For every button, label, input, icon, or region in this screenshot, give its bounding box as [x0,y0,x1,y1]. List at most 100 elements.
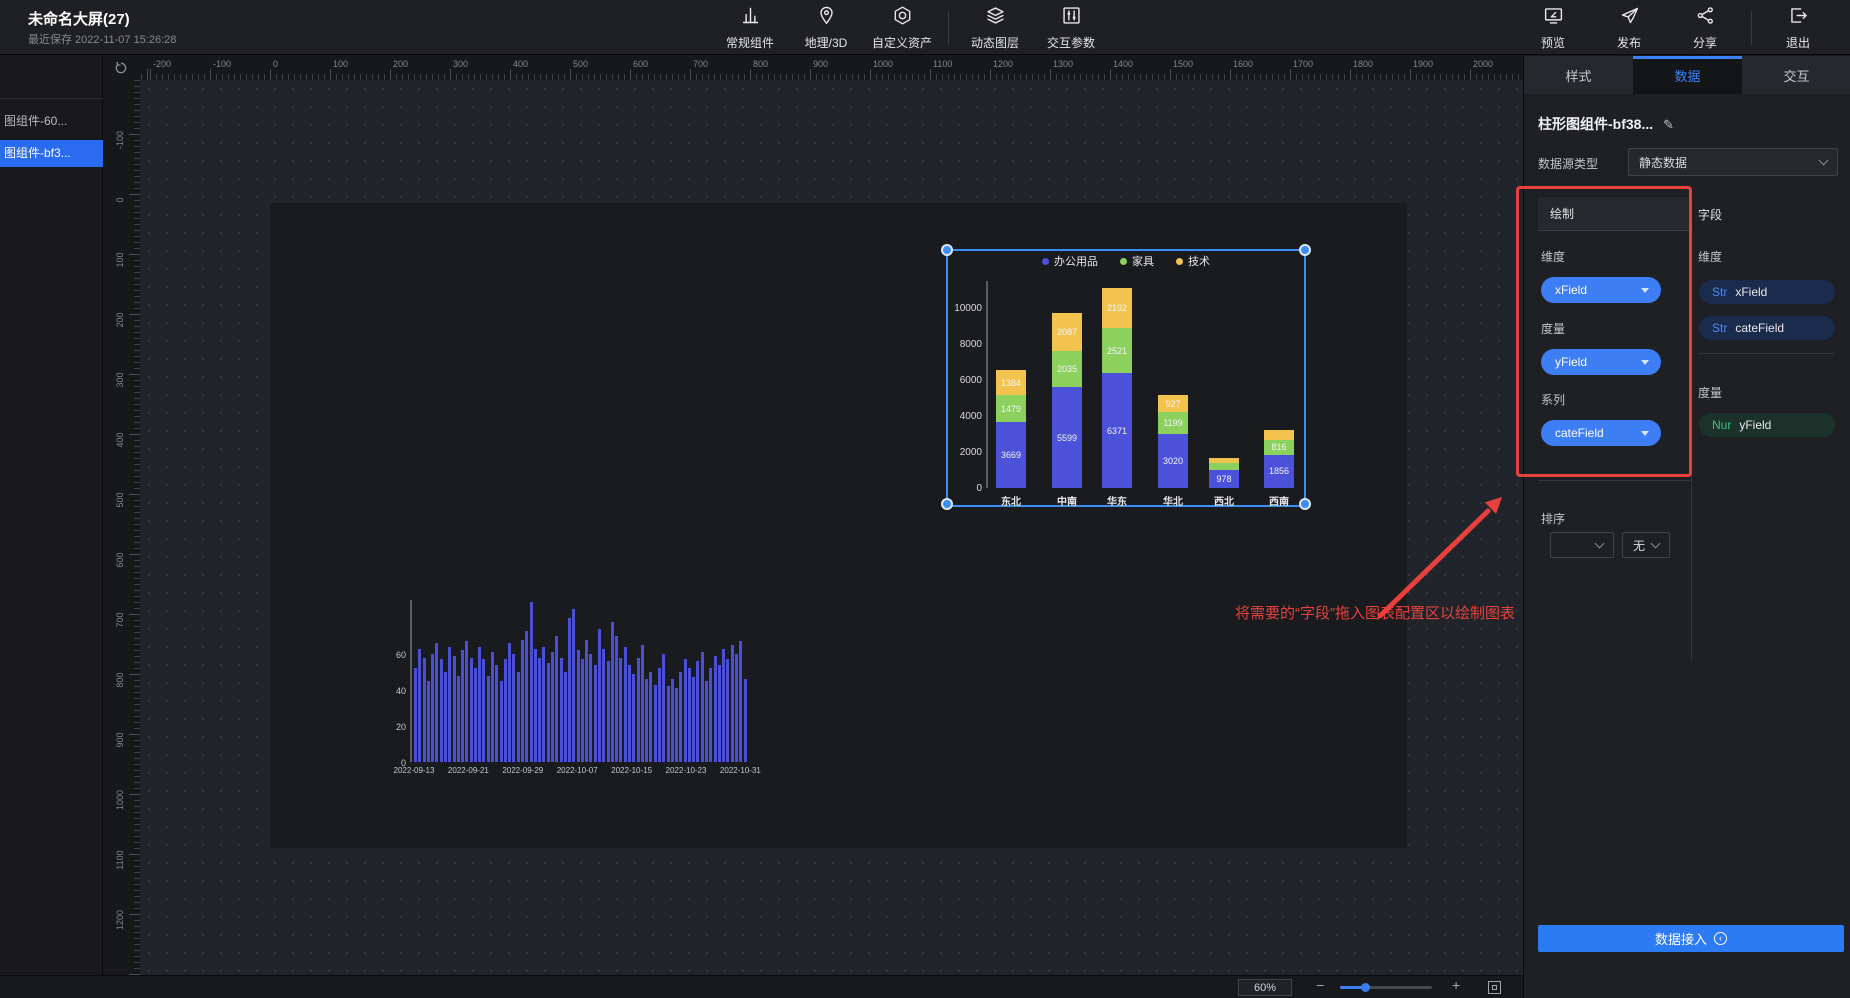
ts-bar [448,647,451,762]
ts-bar [701,652,704,762]
ts-bar [662,654,665,762]
hruler-label: 600 [633,59,648,69]
toolbar-item-交互参数[interactable]: 交互参数 [1033,0,1109,55]
ts-bar [744,679,747,762]
selected-stacked-bar-chart[interactable]: 办公用品家具技术 0200040006000800010000366914791… [946,249,1306,507]
ts-bar [551,652,554,762]
toolbar-item-自定义资产[interactable]: 自定义资产 [864,0,940,55]
hexagon-icon [892,5,913,31]
sort-order-value: 无 [1633,537,1645,554]
layer-item[interactable]: 图组件-bf3... [0,140,103,167]
zoom-level-value: 60% [1254,982,1276,994]
action-分享[interactable]: 分享 [1667,0,1743,55]
ts-x-tick-label: 2022-09-21 [438,766,498,775]
vruler-major-ticks [129,80,140,975]
field-name: xField [1735,285,1767,299]
timeseries-bar-chart[interactable]: 02040602022-09-132022-09-212022-09-29202… [370,595,750,787]
draw-pill-xField[interactable]: xField [1541,277,1661,303]
field-type: Str [1712,321,1727,335]
component-toolbar: 常规组件地理/3D自定义资产动态图层交互参数 [712,0,1109,55]
zoom-level-select[interactable]: 60% [1238,979,1292,996]
draw-section-header[interactable]: 绘制 [1538,197,1690,231]
action-预览[interactable]: 预览 [1515,0,1591,55]
selection-handle[interactable] [941,498,953,510]
hruler-label: 1500 [1173,59,1193,69]
fields-section-header: 字段 [1698,206,1722,223]
data-access-button[interactable]: 数据接入 ‹ [1538,925,1844,952]
draw-row-label: 维度 [1541,248,1565,265]
toolbar-item-常规组件[interactable]: 常规组件 [712,0,788,55]
ts-bar [692,677,695,762]
ts-bar [487,676,490,762]
sort-order-select[interactable]: 无 [1622,532,1670,558]
selection-handle[interactable] [941,244,953,256]
tab-数据[interactable]: 数据 [1633,56,1742,94]
toolbar-item-label: 发布 [1617,34,1641,51]
datasource-type-select[interactable]: 静态数据 [1628,148,1838,176]
zoom-out-button[interactable]: − [1316,977,1324,993]
ts-bar [658,668,661,762]
zoom-slider-thumb[interactable] [1361,983,1370,992]
toolbar-item-动态图层[interactable]: 动态图层 [957,0,1033,55]
ts-bar [427,681,430,762]
selection-handle[interactable] [1299,498,1311,510]
ts-bar [611,622,614,762]
hruler-label: 1600 [1233,59,1253,69]
field-pill-cateField[interactable]: StrcateField [1699,316,1835,340]
ts-bar [632,674,635,762]
action-发布[interactable]: 发布 [1591,0,1667,55]
ts-bar [709,668,712,762]
vruler-label: 200 [115,305,127,335]
ts-bar [431,654,434,762]
share-icon [1695,5,1716,31]
ts-bar [619,658,622,762]
selection-handle[interactable] [1299,244,1311,256]
draw-pill-yField[interactable]: yField [1541,349,1661,375]
vruler-label: 700 [115,605,127,635]
design-canvas[interactable]: 办公用品家具技术 0200040006000800010000366914791… [140,80,1523,975]
ts-bar [645,679,648,762]
ts-bar [538,658,541,762]
ts-bar [671,679,674,762]
ruler-corner[interactable] [104,56,140,80]
reset-rulers-icon[interactable] [113,60,129,76]
fields-divider [1698,353,1834,354]
tab-交互[interactable]: 交互 [1742,56,1850,94]
ts-y-axis-line [410,600,412,762]
ts-bar [572,609,575,762]
zoom-in-button[interactable]: + [1452,977,1460,993]
bar-segment: 3669 [996,422,1026,488]
ts-bar [568,618,571,762]
draw-pill-cateField[interactable]: cateField [1541,420,1661,446]
sort-field-select[interactable] [1550,532,1614,558]
vruler-label: 1000 [115,785,127,815]
ts-bar [512,654,515,762]
toolbar-item-地理/3D[interactable]: 地理/3D [788,0,864,55]
hruler-label: 1400 [1113,59,1133,69]
field-pill-yField[interactable]: NuryField [1699,413,1835,437]
ts-bar [675,688,678,762]
field-pill-xField[interactable]: StrxField [1699,280,1835,304]
ts-bar [589,654,592,762]
ts-bar [726,659,729,762]
ts-bar [624,647,627,762]
header-actions: 预览发布 分享退出 [1515,0,1836,55]
layer-item[interactable]: 图组件-60... [0,108,103,135]
tab-样式[interactable]: 样式 [1524,56,1633,94]
ts-x-tick-label: 2022-10-31 [710,766,770,775]
hruler-label: 200 [393,59,408,69]
hruler-label: 1200 [993,59,1013,69]
hruler-label: 1700 [1293,59,1313,69]
vruler-label: 1200 [115,905,127,935]
hruler-label: 500 [573,59,588,69]
component-name: 柱形图组件-bf38...✎ [1538,114,1674,134]
rename-pencil-icon[interactable]: ✎ [1663,117,1674,132]
ts-bar [594,665,597,762]
stacked-chart-plot: 0200040006000800010000366914791384东北5599… [948,251,1304,505]
y-tick-label: 2000 [948,447,982,458]
fit-screen-icon[interactable] [1488,981,1501,994]
action-退出[interactable]: 退出 [1760,0,1836,55]
ts-y-tick-label: 40 [376,686,406,696]
horizontal-ruler: -200-10001002003004005006007008009001000… [140,56,1523,80]
ts-x-tick-label: 2022-09-13 [384,766,444,775]
